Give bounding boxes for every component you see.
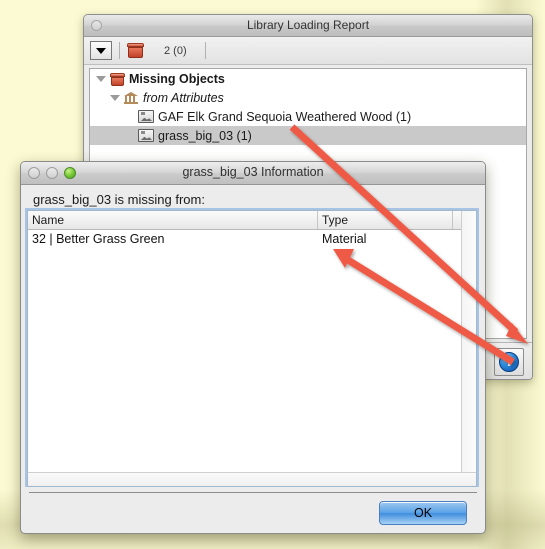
tree-item-label: GAF Elk Grand Sequoia Weathered Wood (1) bbox=[158, 109, 412, 124]
bank-icon bbox=[124, 91, 138, 104]
dialog-titlebar[interactable]: grass_big_03 Information bbox=[21, 162, 485, 185]
tree-row[interactable]: GAF Elk Grand Sequoia Weathered Wood (1) bbox=[90, 107, 526, 126]
table-header-row: Name Type bbox=[28, 211, 476, 230]
toolbar-divider-2 bbox=[204, 42, 206, 59]
bucket-icon bbox=[110, 72, 125, 86]
bucket-icon[interactable] bbox=[127, 43, 144, 58]
filter-dropdown-button[interactable] bbox=[90, 41, 112, 60]
disclosure-triangle-icon[interactable] bbox=[110, 94, 120, 101]
information-dialog: grass_big_03 Information grass_big_03 is… bbox=[20, 161, 486, 534]
column-header-type[interactable]: Type bbox=[318, 211, 453, 229]
report-titlebar[interactable]: Library Loading Report bbox=[84, 15, 532, 37]
missing-from-table[interactable]: Name Type 32 | Better Grass Green Materi… bbox=[27, 210, 477, 485]
tree-item-label: grass_big_03 (1) bbox=[158, 128, 252, 143]
tree-item-label: Missing Objects bbox=[129, 71, 225, 86]
missing-count-label: 2 (0) bbox=[164, 44, 187, 57]
toolbar-divider bbox=[119, 42, 120, 59]
disclosure-triangle-icon[interactable] bbox=[96, 75, 106, 82]
info-button[interactable]: i bbox=[494, 348, 524, 376]
chevron-down-icon bbox=[96, 47, 106, 54]
info-circle-icon: i bbox=[499, 352, 519, 372]
texture-icon bbox=[138, 110, 154, 123]
vertical-scrollbar[interactable] bbox=[461, 211, 476, 484]
dialog-title: grass_big_03 Information bbox=[182, 165, 324, 179]
tree-row[interactable]: from Attributes bbox=[90, 88, 526, 107]
cell-name: 32 | Better Grass Green bbox=[32, 231, 165, 246]
dialog-separator bbox=[29, 492, 477, 493]
horizontal-scrollbar[interactable] bbox=[27, 472, 477, 487]
texture-icon bbox=[138, 129, 154, 142]
report-window-title: Library Loading Report bbox=[246, 18, 370, 32]
tree-item-label: from Attributes bbox=[143, 90, 224, 105]
dialog-subtitle: grass_big_03 is missing from: bbox=[33, 192, 205, 207]
table-row[interactable]: 32 | Better Grass Green Material bbox=[28, 230, 476, 247]
cell-type: Material bbox=[322, 231, 367, 246]
report-toolbar: 2 (0) bbox=[84, 37, 532, 65]
column-header-name[interactable]: Name bbox=[28, 211, 318, 229]
tree-row[interactable]: Missing Objects bbox=[90, 69, 526, 88]
tree-row-selected[interactable]: grass_big_03 (1) bbox=[90, 126, 526, 145]
ok-button[interactable]: OK bbox=[379, 501, 467, 525]
